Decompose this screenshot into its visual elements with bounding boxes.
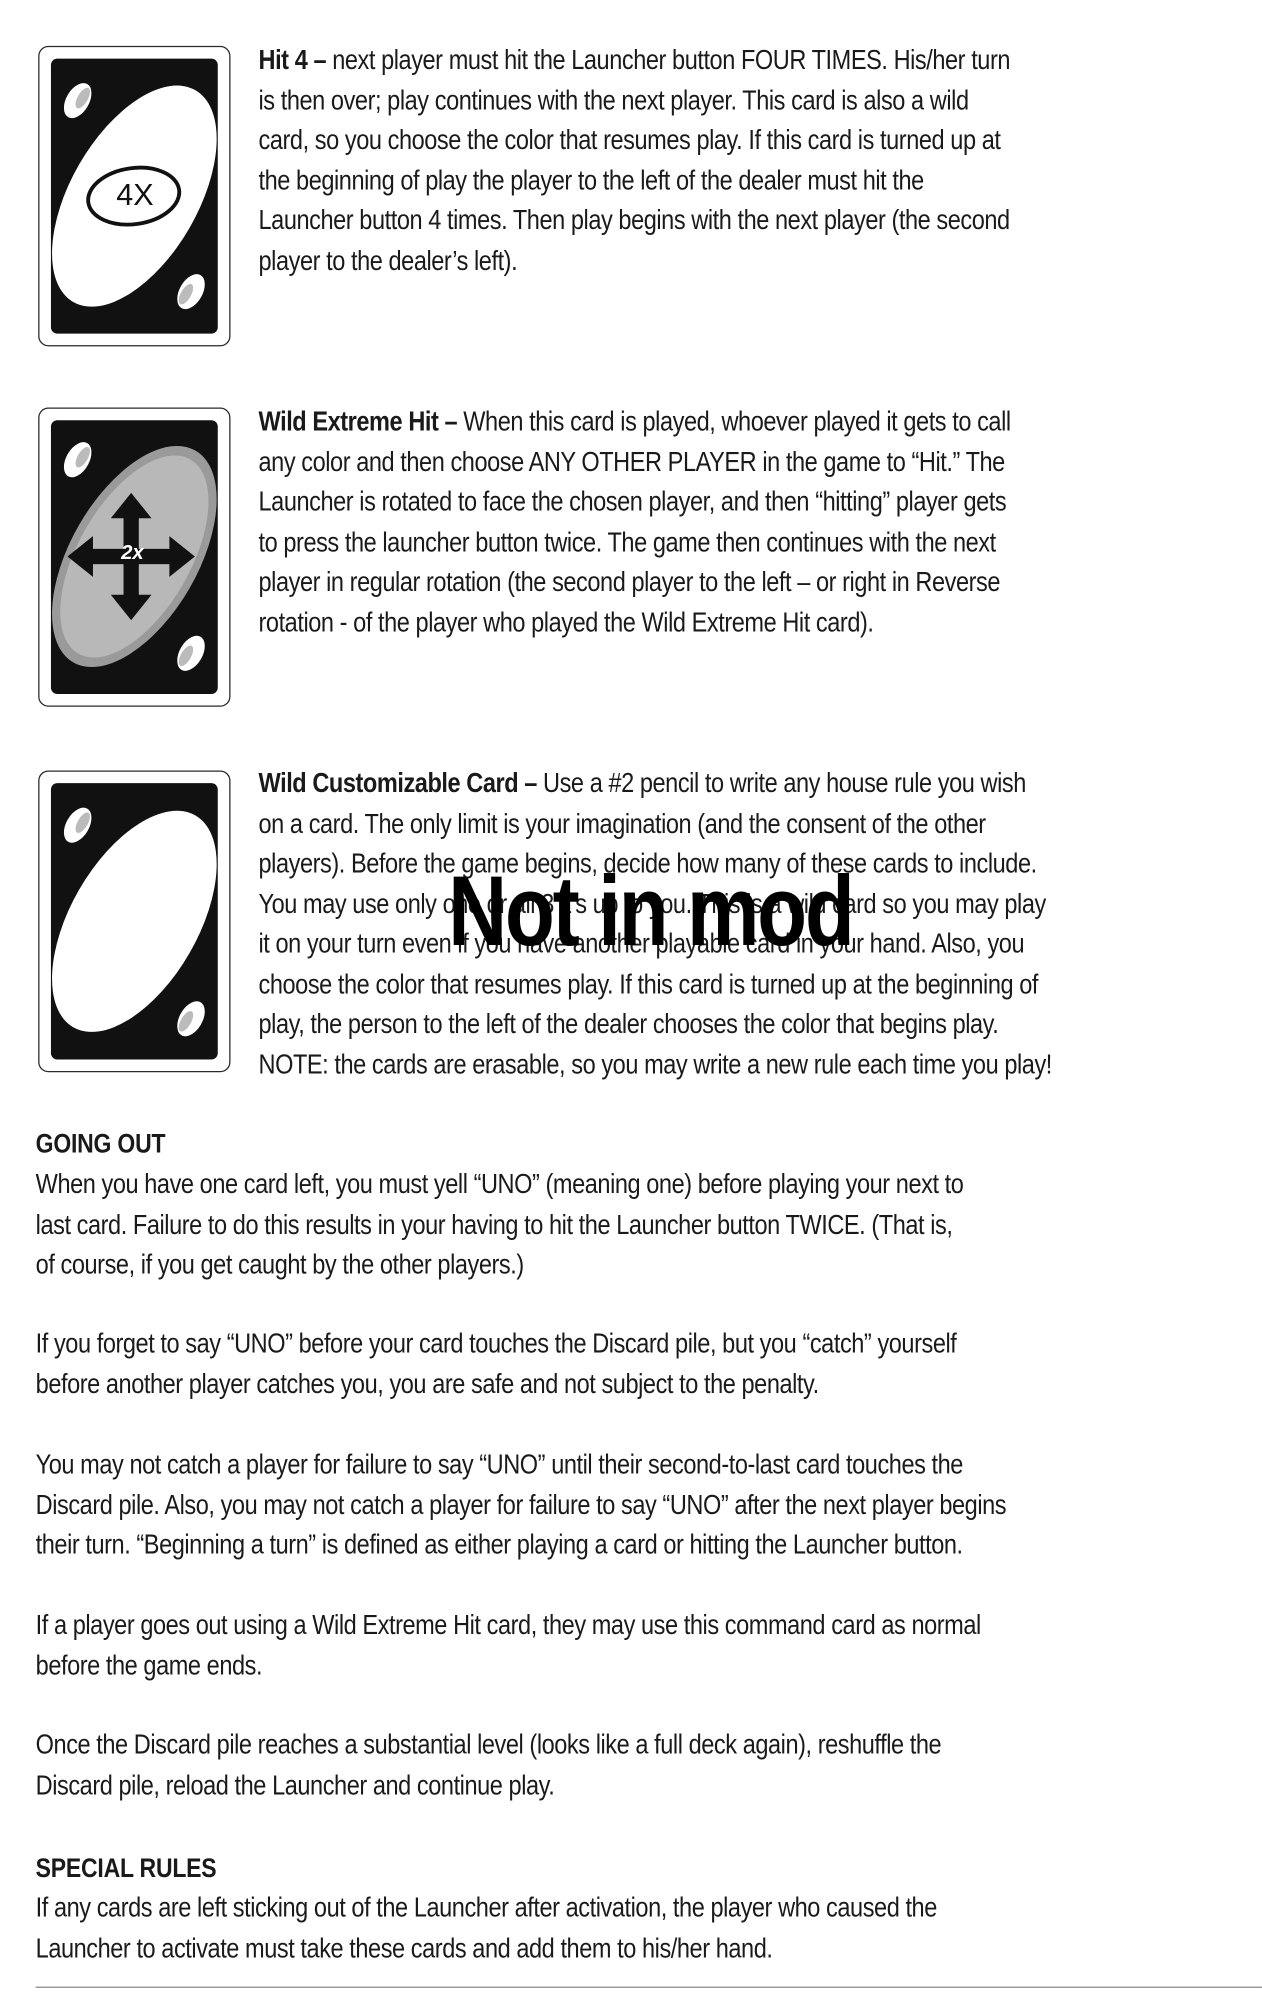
special-rules-heading: SPECIAL RULES (35, 1854, 217, 1884)
rulebook-page: { "cards": { "hit4": { "icon_text": "4X"… (0, 0, 1262, 1997)
wild-extreme-hit-description: Wild Extreme Hit – When this card is pla… (258, 402, 1012, 643)
going-out-paragraph: If you forget to say “UNO” before your c… (36, 1324, 957, 1404)
hit4-line: player to the dealer’s left). (258, 245, 518, 276)
hit4-line: next player must hit the Launcher button… (326, 44, 1011, 76)
going-out-line: When you have one card left, you must ye… (35, 1169, 964, 1200)
wild-extreme-hit-line: any color and then choose ANY OTHER PLAY… (258, 446, 1006, 477)
hit4-title: Hit 4 – (258, 44, 327, 76)
not-in-mod-watermark: Not in mod (448, 854, 854, 967)
wild-extreme-hit-card-image: 2x (38, 407, 231, 707)
going-out-paragraph: If a player goes out using a Wild Extrem… (35, 1606, 982, 1686)
wild-customizable-line: Use a #2 pencil to write any house rule … (536, 767, 1026, 799)
wild-extreme-hit-line: When this card is played, whoever played… (457, 406, 1011, 437)
wild-extreme-hit-line: rotation - of the player who played the … (258, 606, 874, 638)
wild-extreme-hit-line: to press the launcher button twice. The … (258, 526, 997, 558)
wild-extreme-hit-title: Wild Extreme Hit – (258, 406, 458, 437)
going-out-line: Once the Discard pile reaches a substant… (35, 1729, 942, 1760)
wild-customizable-line: on a card. The only limit is your imagin… (258, 808, 987, 839)
special-rules-line: Launcher to activate must take these car… (35, 1932, 773, 1964)
wild-customizable-line: NOTE: the cards are erasable, so you may… (258, 1048, 1053, 1080)
wild-extreme-hit-line: player in regular rotation (the second p… (258, 566, 1001, 598)
wild-customizable-line: choose the color that resumes play. If t… (258, 968, 1039, 1000)
hit4-line: card, so you choose the color that resum… (258, 124, 1001, 156)
hit4-card-image: 4X (38, 45, 231, 347)
going-out-line: You may not catch a player for failure t… (35, 1449, 964, 1480)
wild-customizable-line: play, the person to the left of the deal… (258, 1008, 999, 1040)
page-bottom-rule (35, 1986, 1262, 1988)
going-out-paragraph: Once the Discard pile reaches a substant… (36, 1726, 942, 1806)
going-out-paragraph: When you have one card left, you must ye… (36, 1165, 964, 1285)
going-out-paragraph: You may not catch a player for failure t… (35, 1445, 1007, 1565)
special-rules-line: If any cards are left sticking out of th… (35, 1892, 938, 1923)
going-out-line: their turn. “Beginning a turn” is define… (35, 1529, 963, 1560)
hit4-line: the beginning of play the player to the … (258, 164, 925, 196)
hit4-icon-label: 4X (116, 178, 154, 213)
going-out-line: before the game ends. (35, 1649, 263, 1681)
going-out-line: Discard pile, reload the Launcher and co… (35, 1769, 555, 1801)
wild-extreme-hit-line: Launcher is rotated to face the chosen p… (258, 486, 1007, 518)
going-out-line: before another player catches you, you a… (35, 1368, 820, 1399)
going-out-line: If a player goes out using a Wild Extrem… (35, 1609, 982, 1641)
going-out-line: If you forget to say “UNO” before your c… (35, 1328, 957, 1359)
hit4-description: Hit 4 – next player must hit the Launche… (259, 41, 1011, 282)
going-out-line: of course, if you get caught by the othe… (35, 1249, 525, 1280)
going-out-line: last card. Failure to do this results in… (35, 1209, 953, 1240)
hit4-line: is then over; play continues with the ne… (258, 84, 970, 116)
wild-customizable-title: Wild Customizable Card – (258, 767, 538, 799)
special-rules-paragraph: If any cards are left sticking out of th… (35, 1889, 938, 1969)
wild-customizable-card-image (38, 770, 231, 1073)
going-out-heading: GOING OUT (35, 1129, 166, 1159)
going-out-line: Discard pile. Also, you may not catch a … (35, 1489, 1007, 1520)
wild-extreme-hit-icon-label: 2x (121, 542, 144, 565)
hit4-line: Launcher button 4 times. Then play begin… (258, 205, 1011, 236)
